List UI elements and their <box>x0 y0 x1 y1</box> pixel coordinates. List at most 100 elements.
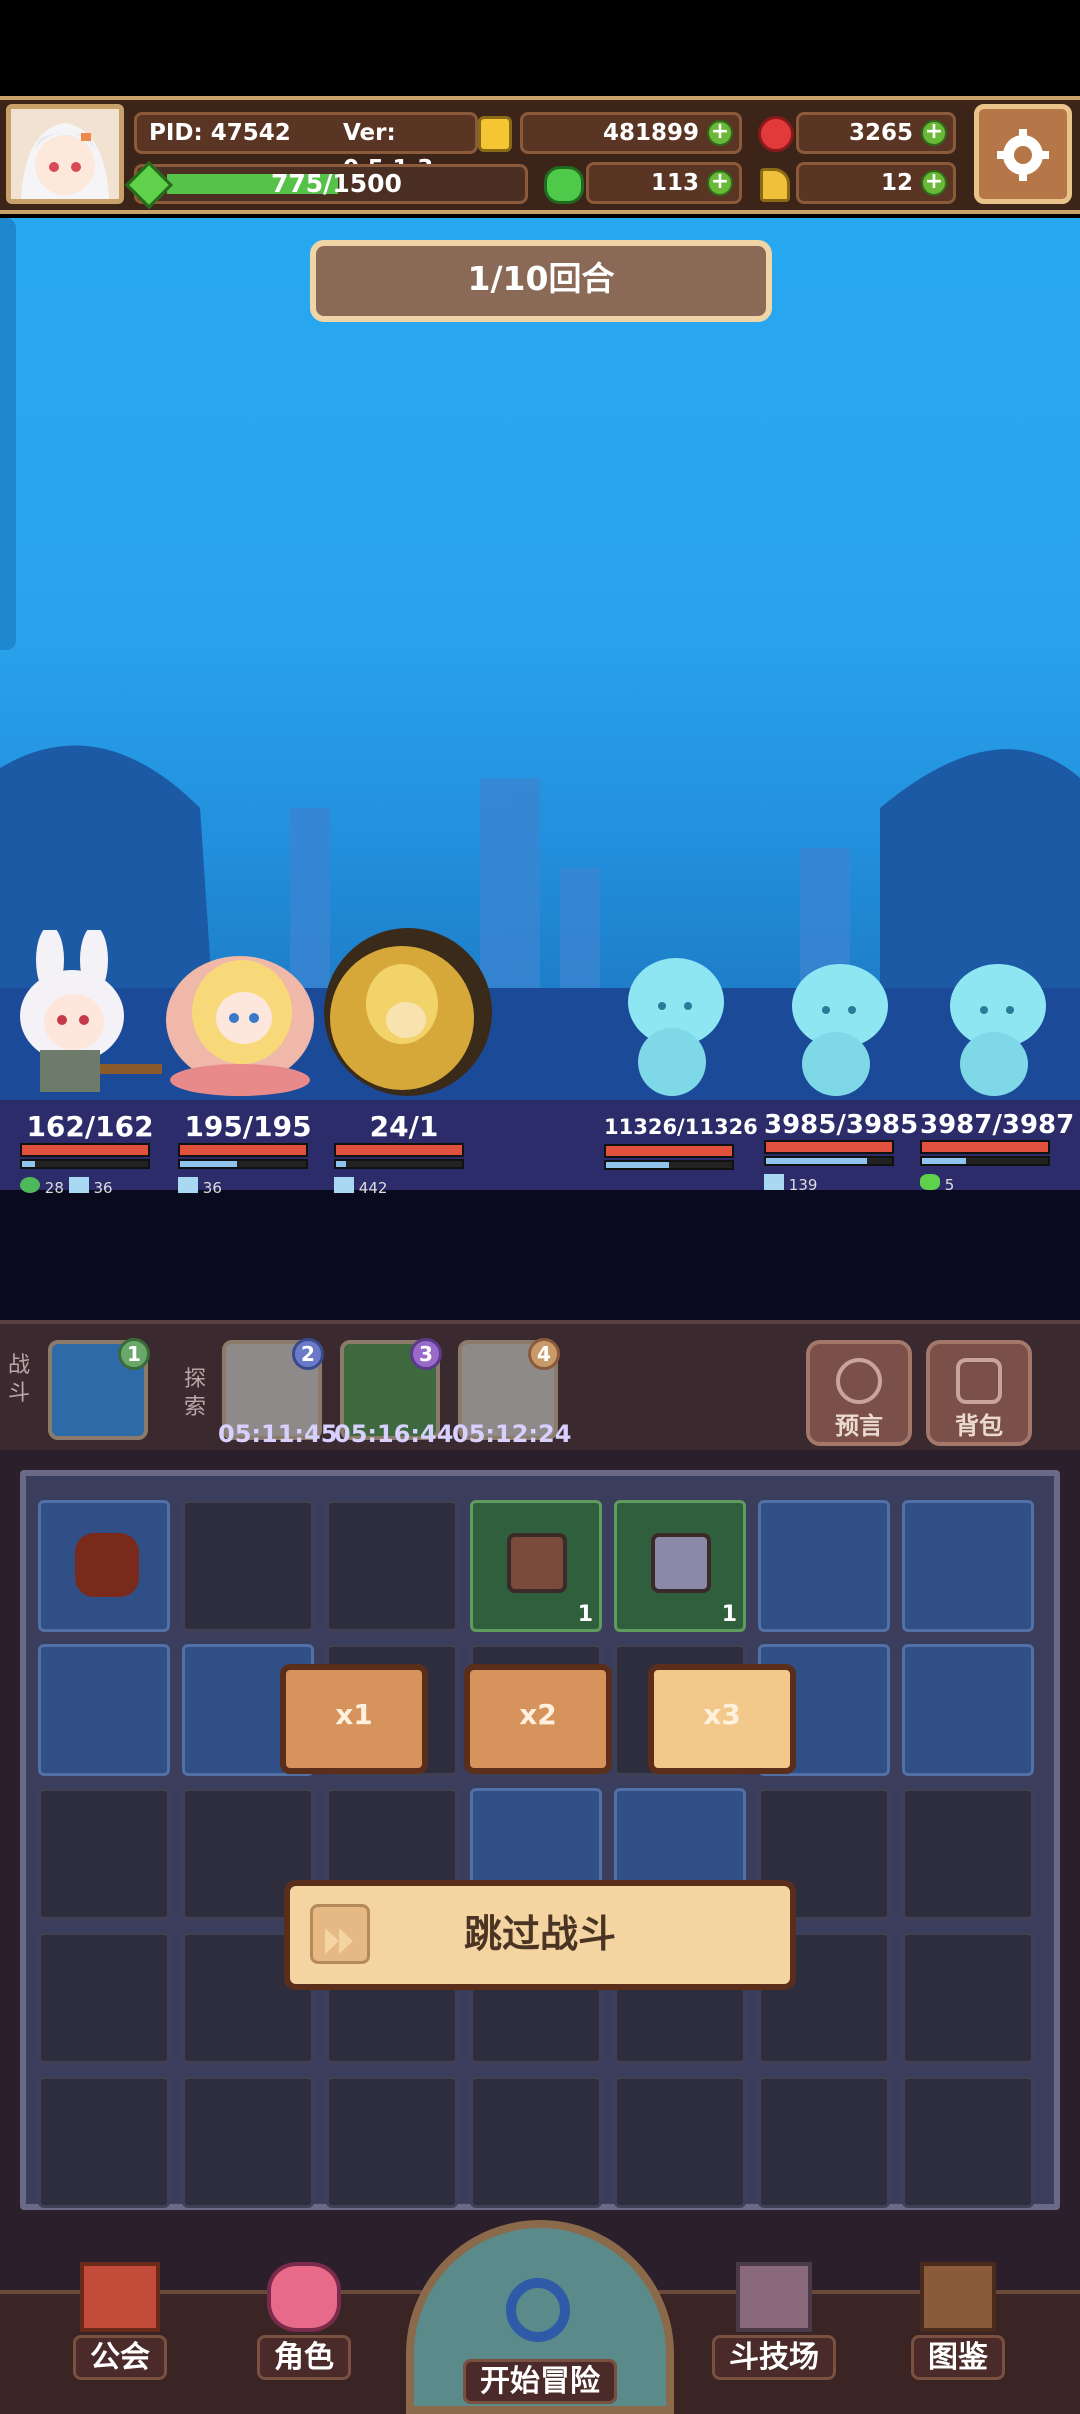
grid-cell[interactable] <box>902 1500 1034 1632</box>
ally-3-status: 24/1 442 <box>334 1110 474 1197</box>
side-drawer-handle[interactable] <box>0 218 16 650</box>
battle-slot[interactable]: 1 <box>48 1338 150 1440</box>
grid-cell[interactable] <box>326 1500 458 1632</box>
enemy-2-hp-bar <box>764 1140 894 1154</box>
round-text: 1/10回合 <box>467 259 615 298</box>
enemy-1-hp-bar <box>604 1144 734 1158</box>
clover-icon <box>544 166 584 204</box>
grid-cell[interactable] <box>470 2076 602 2208</box>
enemy-1-hp-text: 11326/11326 <box>604 1115 758 1139</box>
ally-3-hp-text: 24/1 <box>369 1110 439 1143</box>
codex-book-icon <box>920 2262 996 2332</box>
grid-cell[interactable] <box>902 1644 1034 1776</box>
ally-1-mp-bar <box>20 1159 150 1169</box>
round-banner: 1/10回合 <box>310 240 772 322</box>
ally-golden-orb[interactable] <box>318 924 498 1100</box>
grid-cell[interactable] <box>38 1644 170 1776</box>
backpack-button[interactable]: 背包 <box>926 1340 1032 1446</box>
grid-cell[interactable] <box>38 1932 170 2064</box>
ally-2-buff-1: 36 <box>202 1179 222 1197</box>
enemy-3-hp-bar <box>920 1140 1050 1154</box>
grid-cell[interactable] <box>38 1500 170 1632</box>
regen-buff-icon <box>20 1177 40 1193</box>
grid-cell[interactable] <box>902 2076 1034 2208</box>
slot-badge: 1 <box>118 1338 150 1370</box>
enemy-2-mp-bar <box>764 1156 894 1166</box>
grid-cell[interactable] <box>38 2076 170 2208</box>
grid-cell[interactable] <box>38 1788 170 1920</box>
enemy-1-mp-bar <box>604 1160 734 1170</box>
gem-pill: 3265 + <box>796 112 956 154</box>
enemy-3-status: 3987/3987 5 <box>920 1110 1075 1194</box>
nav-adventure[interactable]: 开始冒险 <box>414 2356 666 2404</box>
grid-cell[interactable] <box>902 1788 1034 1920</box>
guild-icon <box>80 2262 160 2332</box>
grid-cell[interactable] <box>182 2076 314 2208</box>
timer-2: 05:16:44 <box>334 1420 454 1448</box>
treasure-chest-icon <box>507 1533 567 1593</box>
explore-tab-label[interactable]: 探索 <box>184 1366 214 1422</box>
grid-cell[interactable]: 1 <box>614 1500 746 1632</box>
timer-1: 05:11:45 <box>218 1420 338 1448</box>
enemy-ice-spirit-2[interactable] <box>776 956 906 1100</box>
nav-codex-label: 图鉴 <box>911 2335 1005 2380</box>
grid-cell[interactable] <box>182 1500 314 1632</box>
ally-1-buff-1: 28 <box>44 1179 64 1197</box>
info-pill: PID: 47542 Ver: 0.5.1.3 <box>134 112 478 182</box>
skip-battle-button[interactable]: 跳过战斗 <box>284 1880 796 1990</box>
item-count: 1 <box>577 1602 593 1627</box>
ally-shell-girl[interactable] <box>160 940 320 1100</box>
settings-button[interactable] <box>974 104 1072 204</box>
grid-cell[interactable] <box>326 2076 458 2208</box>
ally-2-hp-bar <box>178 1143 308 1157</box>
speed-x1-button[interactable]: x1 <box>280 1664 428 1774</box>
key-amount: 12 <box>880 170 913 196</box>
nav-guild[interactable]: 公会 <box>50 2262 190 2380</box>
enemy-3-buff-1: 5 <box>944 1176 955 1194</box>
shield-buff-icon <box>334 1177 354 1193</box>
gold-coin-icon <box>478 116 512 152</box>
gear-icon <box>997 129 1049 181</box>
slot-badge: 2 <box>292 1338 324 1370</box>
red-gem-icon <box>758 116 794 152</box>
grid-cell[interactable] <box>758 1500 890 1632</box>
enemy-3-hp-text: 3987/3987 <box>920 1110 1075 1140</box>
speed-x3-button[interactable]: x3 <box>648 1664 796 1774</box>
crystal-ball-icon <box>836 1358 882 1404</box>
character-icon <box>267 2262 341 2332</box>
nav-adventure-label: 开始冒险 <box>463 2359 617 2404</box>
enemy-3-mp-bar <box>920 1156 1050 1166</box>
ally-3-hp-bar <box>334 1143 464 1157</box>
prophecy-button[interactable]: 预言 <box>806 1340 912 1446</box>
grid-cell[interactable] <box>902 1932 1034 2064</box>
gold-amount: 481899 <box>602 120 699 146</box>
grid-cell[interactable] <box>758 2076 890 2208</box>
slot-badge: 3 <box>410 1338 442 1370</box>
add-gold-icon[interactable]: + <box>707 120 733 146</box>
enemy-ice-spirit-1[interactable] <box>612 950 742 1100</box>
key-icon <box>760 168 790 202</box>
speed-x2-button[interactable]: x2 <box>464 1664 612 1774</box>
ally-bunny-girl[interactable] <box>10 930 170 1100</box>
nav-codex[interactable]: 图鉴 <box>888 2262 1028 2380</box>
add-key-icon[interactable]: + <box>921 170 947 196</box>
timer-3: 05:12:24 <box>452 1420 572 1448</box>
battle-shadow <box>0 1190 1080 1330</box>
enemy-2-status: 3985/3985 139 <box>764 1110 918 1194</box>
exp-bar: 775/1500 <box>134 164 528 204</box>
clover-amount: 113 <box>650 170 699 196</box>
grid-cell[interactable] <box>614 2076 746 2208</box>
enemy-ice-spirit-3[interactable] <box>934 956 1064 1100</box>
add-gem-icon[interactable]: + <box>921 120 947 146</box>
add-clover-icon[interactable]: + <box>707 170 733 196</box>
player-avatar[interactable] <box>6 104 124 204</box>
exp-text: 775/1500 <box>271 169 402 198</box>
grid-cell[interactable]: 1 <box>470 1500 602 1632</box>
nav-character[interactable]: 角色 <box>234 2262 374 2380</box>
magnifier-icon <box>506 2278 570 2342</box>
shield-buff-icon <box>178 1177 198 1193</box>
fast-forward-icon <box>310 1904 370 1964</box>
enemy-1-status: 11326/11326 <box>604 1110 758 1170</box>
nav-arena[interactable]: 斗技场 <box>704 2262 844 2380</box>
battle-tab-label[interactable]: 战斗 <box>8 1352 38 1408</box>
